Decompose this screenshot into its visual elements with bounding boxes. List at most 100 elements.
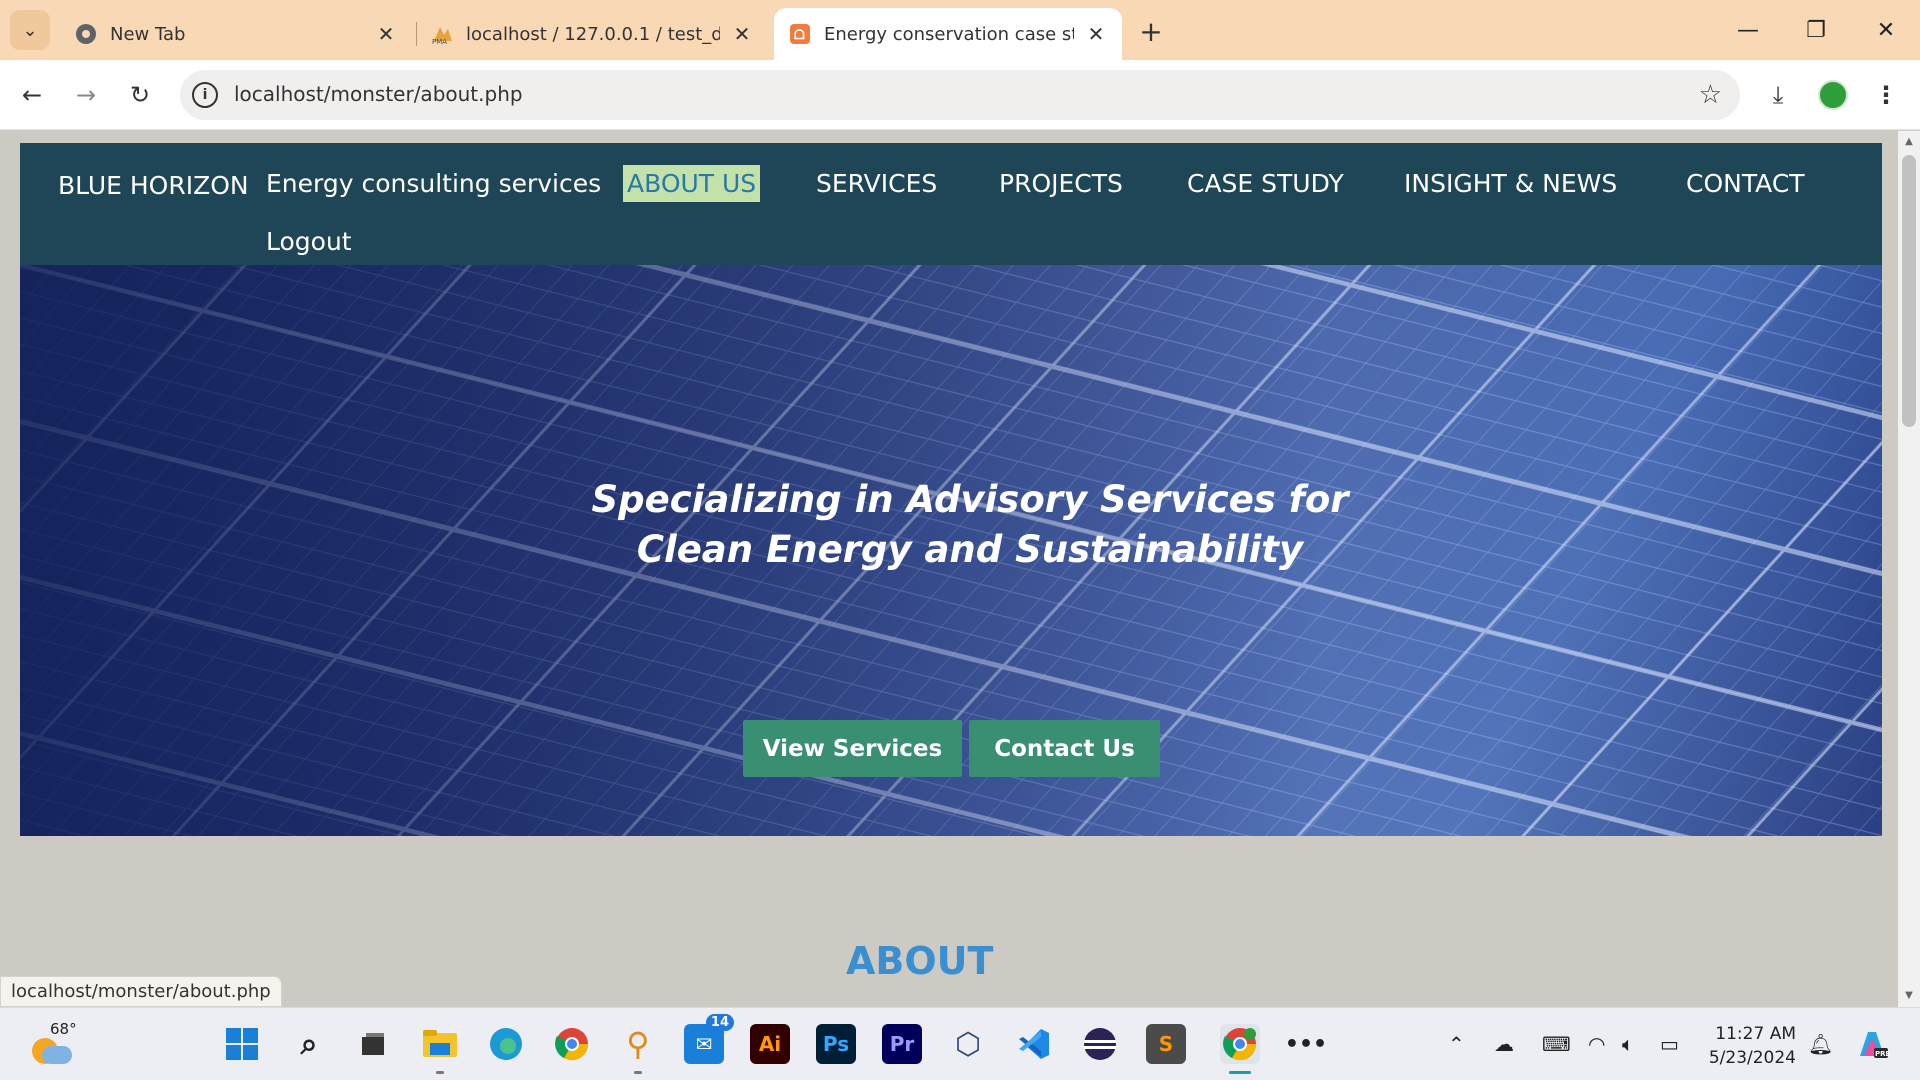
sublime-button[interactable]: S — [1146, 1024, 1186, 1064]
hero-title-line2: Clean Energy and Sustainability — [636, 528, 1304, 571]
tab-separator — [416, 22, 417, 46]
close-icon: ✕ — [1876, 17, 1896, 43]
wifi-icon[interactable]: ◠ — [1588, 1032, 1605, 1056]
battery-icon[interactable]: ▭ — [1660, 1032, 1679, 1056]
search-tool-button[interactable]: ⚲ — [618, 1024, 658, 1074]
tab-title: Energy conservation case studie — [824, 23, 1074, 45]
link-status-bubble: localhost/monster/about.php — [0, 976, 282, 1007]
running-indicator — [634, 1071, 642, 1074]
minimize-icon: — — [1737, 17, 1759, 43]
tab-energy-case-studies[interactable]: ᗝ Energy conservation case studie ✕ — [774, 8, 1122, 60]
windows-icon — [226, 1028, 258, 1060]
reload-icon: ↻ — [129, 81, 151, 109]
tab-phpmyadmin[interactable]: PMA localhost / 127.0.0.1 / test_db | p … — [416, 8, 768, 60]
photoshop-icon: Ps — [822, 1032, 850, 1056]
nav-services[interactable]: SERVICES — [816, 169, 937, 198]
clock[interactable]: 11:27 AM 5/23/2024 — [1704, 1022, 1796, 1070]
phpmyadmin-icon: PMA — [430, 22, 454, 46]
close-icon[interactable]: ✕ — [1084, 22, 1108, 46]
reload-button[interactable]: ↻ — [122, 77, 158, 113]
weather-widget[interactable]: 68° — [26, 1020, 77, 1068]
scroll-down-arrow-icon[interactable]: ▼ — [1902, 989, 1916, 1003]
temperature: 68° — [50, 1020, 77, 1038]
onedrive-icon[interactable]: ☁ — [1494, 1032, 1514, 1056]
edge-button[interactable] — [486, 1024, 526, 1064]
nav-projects[interactable]: PROJECTS — [999, 169, 1123, 198]
page-scrollbar[interactable]: ▲ ▼ — [1898, 131, 1920, 1007]
search-button[interactable]: ⌕ — [289, 1024, 329, 1064]
chrome-button[interactable] — [552, 1024, 592, 1064]
nav-about-us[interactable]: ABOUT US — [623, 165, 761, 202]
scroll-up-arrow-icon[interactable]: ▲ — [1902, 135, 1916, 149]
task-view-button[interactable] — [353, 1024, 393, 1064]
hero-title-line1: Specializing in Advisory Services for — [591, 478, 1349, 521]
close-icon[interactable]: ✕ — [374, 22, 398, 46]
info-icon[interactable]: i — [192, 82, 218, 108]
tab-title: New Tab — [110, 23, 186, 45]
hero-banner: Specializing in Advisory Services for Cl… — [20, 265, 1882, 836]
chrome-active-button[interactable] — [1220, 1024, 1260, 1074]
tab-title: localhost / 127.0.0.1 / test_db | p — [466, 23, 720, 45]
tab-new-tab[interactable]: New Tab ✕ — [60, 8, 412, 60]
svg-text:PRE: PRE — [1875, 1050, 1890, 1058]
volume-icon[interactable]: 🔈︎ — [1622, 1032, 1634, 1056]
nav-energy-consulting[interactable]: Energy consulting services — [266, 169, 601, 198]
scroll-thumb[interactable] — [1902, 155, 1916, 427]
more-apps-button[interactable]: ••• — [1285, 1024, 1327, 1064]
mail-button[interactable]: ✉ 14 — [684, 1014, 734, 1064]
premiere-icon: Pr — [889, 1032, 915, 1056]
copilot-icon: PRE — [1860, 1032, 1890, 1058]
chevron-up-icon[interactable]: ⌃ — [1448, 1032, 1465, 1056]
active-indicator — [1229, 1071, 1251, 1074]
vscode-button[interactable] — [1014, 1024, 1054, 1064]
minimize-button[interactable]: — — [1720, 8, 1776, 52]
keyboard-icon[interactable]: ⌨ — [1542, 1032, 1571, 1056]
start-button[interactable] — [222, 1024, 262, 1064]
chevron-down-icon: ⌄ — [22, 19, 38, 41]
arrow-right-icon: → — [75, 81, 97, 109]
restore-icon: ❐ — [1806, 17, 1826, 43]
url-text[interactable]: localhost/monster/about.php — [234, 82, 523, 106]
premiere-button[interactable]: Pr — [882, 1024, 922, 1064]
contact-us-button[interactable]: Contact Us — [969, 720, 1160, 777]
forward-button[interactable]: → — [68, 77, 104, 113]
nav-insight-news[interactable]: INSIGHT & NEWS — [1404, 169, 1617, 198]
nav-contact[interactable]: CONTACT — [1686, 169, 1805, 198]
virtualbox-button[interactable]: ⬡ — [948, 1024, 988, 1064]
kebab-menu-icon: ⋮ — [1874, 81, 1898, 109]
vscode-icon — [1019, 1029, 1049, 1059]
download-button[interactable]: ⤓ — [1760, 77, 1796, 113]
star-icon[interactable]: ☆ — [1699, 80, 1722, 110]
brand-logo[interactable]: BLUE HORIZON — [58, 169, 249, 202]
task-view-icon — [362, 1033, 384, 1055]
close-window-button[interactable]: ✕ — [1858, 8, 1914, 52]
tab-search-button[interactable]: ⌄ — [10, 10, 50, 50]
running-indicator — [436, 1071, 444, 1074]
nav-logout[interactable]: Logout — [266, 227, 352, 256]
page-viewport: BLUE HORIZON Energy consulting services … — [0, 131, 1898, 1007]
folder-icon — [423, 1030, 457, 1057]
profile-avatar[interactable] — [1818, 80, 1848, 110]
new-tab-button[interactable]: + — [1134, 14, 1168, 48]
nav-case-study[interactable]: CASE STUDY — [1187, 169, 1344, 198]
edge-icon — [490, 1028, 522, 1060]
magnifier-icon: ⚲ — [626, 1025, 650, 1063]
cloud-icon — [42, 1046, 72, 1064]
eclipse-icon — [1084, 1028, 1116, 1060]
photoshop-button[interactable]: Ps — [816, 1024, 856, 1064]
view-services-button[interactable]: View Services — [743, 720, 962, 777]
menu-button[interactable]: ⋮ — [1868, 77, 1904, 113]
bell-icon[interactable]: 🔔︎ — [1808, 1032, 1833, 1056]
address-bar[interactable]: i localhost/monster/about.php ☆ — [180, 70, 1740, 120]
eclipse-button[interactable] — [1080, 1024, 1120, 1064]
illustrator-button[interactable]: Ai — [750, 1024, 790, 1064]
restore-button[interactable]: ❐ — [1788, 8, 1844, 52]
download-icon: ⤓ — [1772, 81, 1784, 109]
back-button[interactable]: ← — [14, 77, 50, 113]
xampp-icon: ᗝ — [788, 22, 812, 46]
copilot-button[interactable]: PRE — [1852, 1024, 1892, 1064]
illustrator-icon: Ai — [758, 1032, 782, 1056]
file-explorer-button[interactable] — [420, 1024, 460, 1074]
time: 11:27 AM — [1715, 1024, 1796, 1044]
close-icon[interactable]: ✕ — [730, 22, 754, 46]
